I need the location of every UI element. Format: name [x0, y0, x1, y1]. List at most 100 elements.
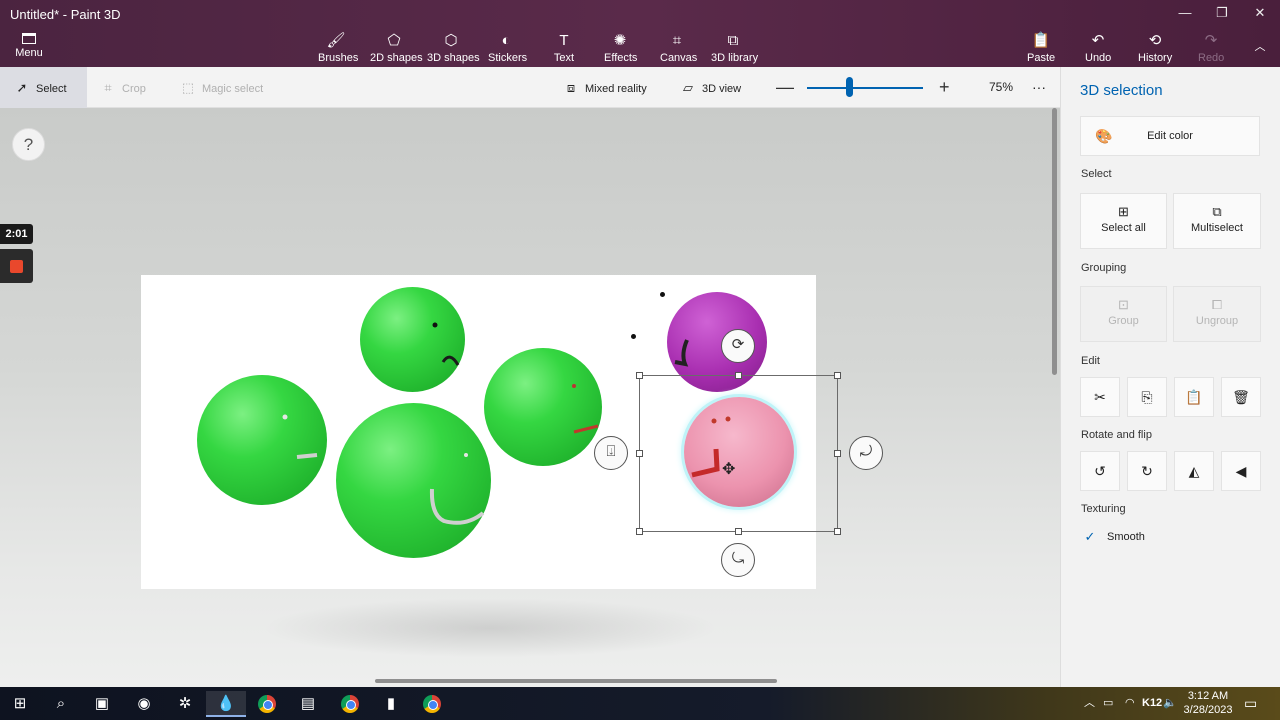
flip-horizontal-button[interactable]: ◭ [1174, 451, 1214, 491]
resize-handle[interactable] [636, 528, 643, 535]
tool-canvas[interactable]: ⌗ Canvas [660, 32, 697, 64]
taskbar-chrome-2[interactable] [330, 691, 370, 717]
rotate-x-handle[interactable]: ⤿ [721, 543, 755, 577]
paste-button[interactable]: 📋 [1174, 377, 1214, 417]
green-sphere-large[interactable] [336, 403, 491, 558]
menu-button[interactable]: Menu [10, 30, 48, 62]
collapse-ribbon-button[interactable]: ︿ [1250, 38, 1270, 54]
more-options-button[interactable]: ··· [1032, 67, 1046, 108]
resize-handle[interactable] [636, 450, 643, 457]
rotate-flip-heading: Rotate and flip [1081, 429, 1152, 441]
resize-handle[interactable] [834, 450, 841, 457]
start-button[interactable]: ⊞ [0, 691, 40, 717]
copy-button[interactable]: ⎘ [1127, 377, 1167, 417]
clock[interactable]: 3:12 AM 3/28/2023 [1180, 689, 1236, 717]
volume-icon[interactable]: 🔈 [1163, 687, 1177, 720]
window-title: Untitled* - Paint 3D [10, 7, 121, 22]
minimize-button[interactable]: — [1170, 5, 1200, 23]
flip-vertical-button[interactable]: ◀ [1221, 451, 1261, 491]
resize-handle[interactable] [834, 372, 841, 379]
crop-tool[interactable]: ⌗ Crop [100, 67, 146, 108]
group-icon: ⊡ [1118, 297, 1129, 312]
smooth-checkbox[interactable]: ✓ Smooth [1081, 528, 1145, 546]
menu-label: Menu [15, 47, 43, 59]
green-sphere-top[interactable] [360, 287, 465, 392]
resize-handle[interactable] [636, 372, 643, 379]
tool-2d-shapes[interactable]: ⬠ 2D shapes [370, 32, 423, 64]
workspace[interactable]: ? 2:01 ✥ ⟳ ⍗ ⤾ ⤿ [0, 108, 1060, 687]
tray-k12-label[interactable]: K12 [1142, 687, 1162, 720]
rotate-left-icon: ↺ [1094, 463, 1106, 479]
group-button[interactable]: ⊡ Group [1080, 286, 1167, 342]
redo-button[interactable]: ↷ Redo [1198, 32, 1224, 64]
paint3d-icon: 💧 [216, 695, 236, 712]
cut-button[interactable]: ✂ [1080, 377, 1120, 417]
notifications-icon[interactable]: ▭ [1244, 687, 1257, 720]
taskbar-chrome-1[interactable] [247, 691, 287, 717]
3d-view-button[interactable]: ▱ 3D view [680, 67, 741, 108]
3d-view-icon: ▱ [683, 80, 693, 95]
zoom-in-button[interactable]: + [939, 67, 950, 108]
side-panel: 3D selection 🎨 Edit color Select ⊞ Selec… [1060, 67, 1280, 687]
select-all-icon: ⊞ [1118, 204, 1129, 219]
rotate-right-button[interactable]: ↻ [1127, 451, 1167, 491]
close-button[interactable]: ✕ [1245, 5, 1275, 23]
horizontal-scrollbar[interactable] [375, 679, 777, 683]
rotate-y-handle[interactable]: ⤾ [849, 436, 883, 470]
zoom-slider-thumb[interactable] [846, 77, 853, 97]
tool-effects[interactable]: ✺ Effects [604, 32, 637, 64]
taskbar-app-3[interactable]: ✲ [165, 691, 205, 717]
canvas-icon: ⌗ [672, 32, 682, 49]
select-all-button[interactable]: ⊞ Select all [1080, 193, 1167, 249]
tool-3d-library[interactable]: ⧉ 3D library [711, 32, 758, 64]
tool-brushes[interactable]: 🖌 Brushes [318, 32, 358, 64]
depth-handle[interactable]: ⍗ [594, 436, 628, 470]
zoom-level[interactable]: 75% [989, 67, 1013, 108]
zoom-out-button[interactable]: — [776, 67, 794, 108]
resize-handle[interactable] [834, 528, 841, 535]
redo-icon: ↷ [1204, 32, 1218, 49]
tool-stickers[interactable]: ◐ Stickers [488, 32, 527, 64]
vertical-scrollbar[interactable] [1052, 108, 1057, 375]
paste-icon: 📋 [1031, 32, 1051, 49]
resize-handle[interactable] [735, 372, 742, 379]
tool-3d-shapes[interactable]: ⬡ 3D shapes [427, 32, 480, 64]
taskbar-app-4[interactable]: ▮ [371, 691, 411, 717]
edit-heading: Edit [1081, 355, 1100, 367]
zoom-slider-track[interactable] [807, 87, 923, 89]
paste-tool[interactable]: 📋 Paste [1027, 32, 1055, 64]
delete-button[interactable]: 🗑 [1221, 377, 1261, 417]
battery-icon[interactable]: ▭ [1103, 687, 1113, 720]
stop-recording-button[interactable] [0, 249, 33, 283]
undo-icon: ↶ [1091, 32, 1105, 49]
select-tool[interactable]: ➚ Select [0, 67, 87, 108]
tool-text[interactable]: T Text [552, 32, 576, 64]
wifi-icon[interactable]: ◠ [1125, 687, 1135, 720]
green-sphere-left[interactable] [197, 375, 327, 505]
help-button[interactable]: ? [12, 128, 45, 161]
undo-button[interactable]: ↶ Undo [1085, 32, 1111, 64]
history-button[interactable]: ⟲ History [1138, 32, 1172, 64]
taskbar-app-2[interactable]: ◉ [124, 691, 164, 717]
taskbar-paint3d[interactable]: 💧 [206, 691, 246, 717]
taskbar-app-1[interactable]: ▣ [82, 691, 122, 717]
grouping-heading: Grouping [1081, 262, 1127, 274]
green-sphere-right[interactable] [484, 348, 602, 466]
maximize-button[interactable]: ❐ [1207, 5, 1237, 23]
ungroup-button[interactable]: ⧠ Ungroup [1173, 286, 1261, 342]
selection-box[interactable] [639, 375, 838, 532]
app-icon: ▣ [94, 695, 110, 712]
magic-select-tool[interactable]: ⬚ Magic select [180, 67, 263, 108]
resize-handle[interactable] [735, 528, 742, 535]
2d-shapes-icon: ⬠ [387, 32, 401, 49]
select-heading: Select [1081, 168, 1112, 180]
multiselect-button[interactable]: ⧉ Multiselect [1173, 193, 1261, 249]
rotate-left-button[interactable]: ↺ [1080, 451, 1120, 491]
search-button[interactable]: ⌕ [41, 691, 81, 717]
edit-color-button[interactable]: 🎨 Edit color [1080, 116, 1260, 156]
rotate-z-handle[interactable]: ⟳ [721, 329, 755, 363]
taskbar-terms[interactable]: ▤ [288, 691, 328, 717]
mixed-reality-button[interactable]: ⧈ Mixed reality [563, 67, 647, 108]
tray-chevron-icon[interactable]: ︿ [1084, 687, 1095, 720]
taskbar-chrome-3[interactable] [412, 691, 452, 717]
